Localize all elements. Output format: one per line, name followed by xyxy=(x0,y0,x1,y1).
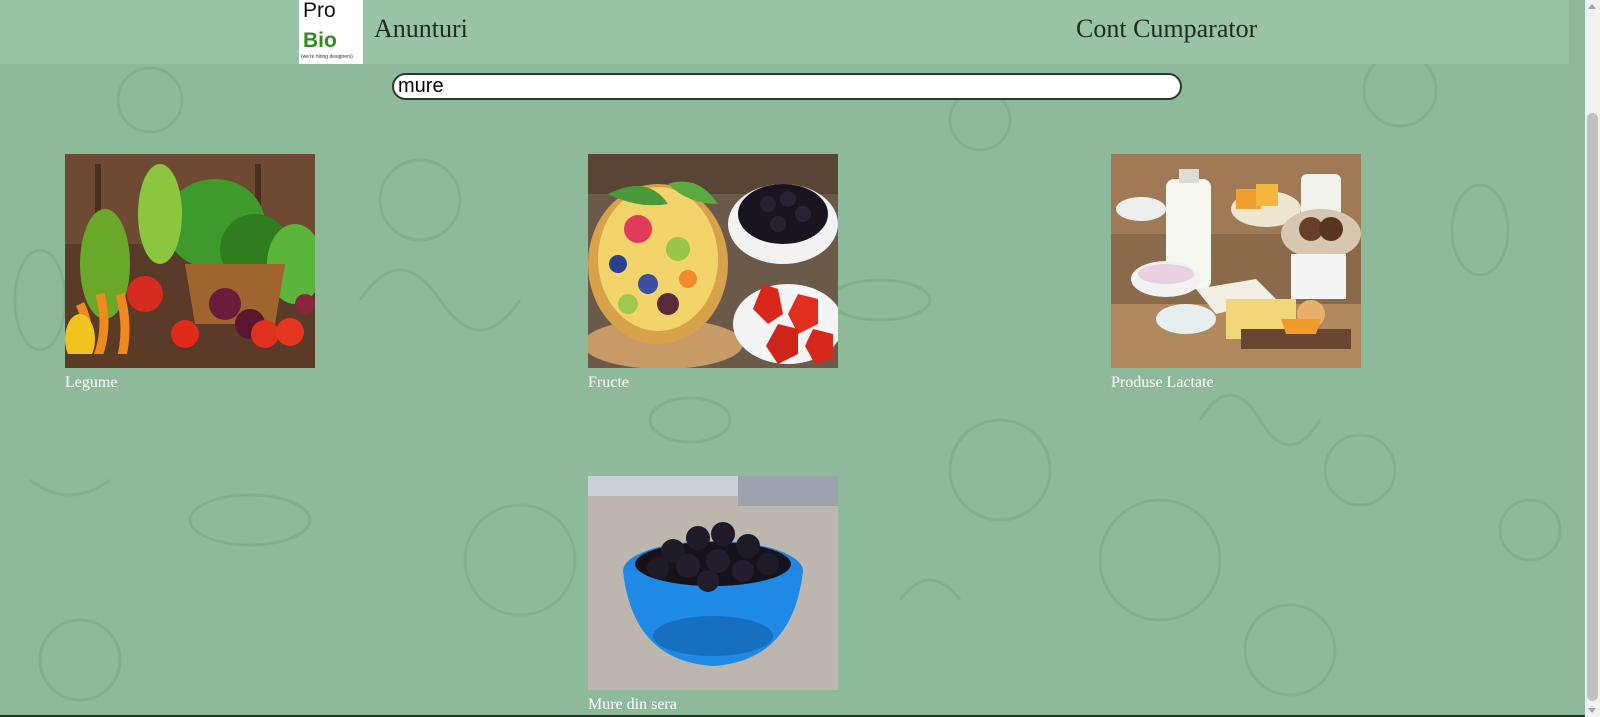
logo-tagline: (we're hiring designers) xyxy=(301,54,353,60)
vertical-scrollbar[interactable] xyxy=(1585,0,1600,717)
fruits-image xyxy=(588,154,838,368)
vegetables-image xyxy=(65,154,315,368)
product-card-mure-din-sera[interactable]: Mure din sera xyxy=(588,476,838,714)
search-input[interactable] xyxy=(392,73,1182,100)
logo-pro-text: Pro xyxy=(303,0,336,22)
probio-logo[interactable]: Pro Bio (we're hiring designers) xyxy=(299,0,363,64)
category-card-fructe[interactable]: Fructe xyxy=(588,154,838,392)
category-card-produse-lactate[interactable]: Produse Lactate xyxy=(1111,154,1361,392)
product-label: Mure din sera xyxy=(588,696,677,713)
dairy-image xyxy=(1111,154,1361,368)
logo-bio-text: Bio xyxy=(303,29,337,52)
blackberries-bowl-image xyxy=(588,476,838,690)
nav-link-cont-cumparator[interactable]: Cont Cumparator xyxy=(1076,14,1257,44)
category-label: Legume xyxy=(65,374,118,391)
top-header: Pro Bio (we're hiring designers) Anuntur… xyxy=(0,0,1569,64)
category-card-legume[interactable]: Legume xyxy=(65,154,315,392)
scrollbar-thumb[interactable] xyxy=(1587,113,1598,701)
category-label: Produse Lactate xyxy=(1111,374,1214,391)
scroll-down-arrow-icon[interactable] xyxy=(1588,708,1596,713)
nav-link-anunturi[interactable]: Anunturi xyxy=(374,14,468,44)
scroll-up-arrow-icon[interactable] xyxy=(1588,4,1596,9)
category-label: Fructe xyxy=(588,374,629,391)
